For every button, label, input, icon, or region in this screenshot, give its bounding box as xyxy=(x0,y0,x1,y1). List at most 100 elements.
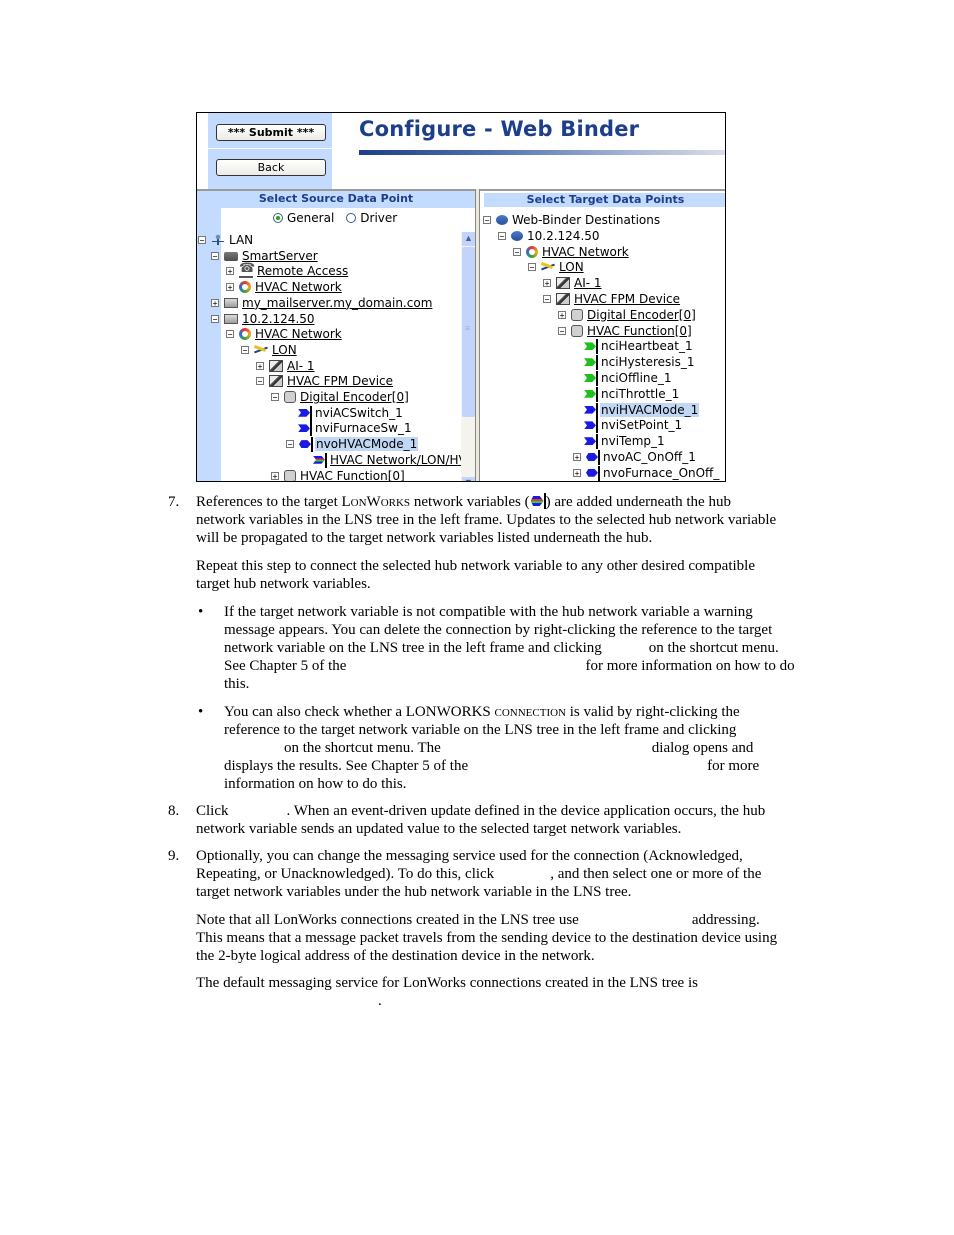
expand-icon[interactable]: + xyxy=(256,361,264,370)
scrollbar-thumb[interactable] xyxy=(462,247,475,417)
submit-button[interactable]: *** Submit *** xyxy=(216,124,326,141)
collapse-icon[interactable]: − xyxy=(513,247,521,256)
tree-node[interactable]: + AI- 1 xyxy=(256,358,316,374)
collapse-icon[interactable]: − xyxy=(483,216,491,225)
collapse-icon[interactable]: − xyxy=(498,231,506,240)
tree-node[interactable]: + AI- 1 xyxy=(543,275,603,291)
tree-node-label[interactable]: HVAC Function[0] xyxy=(299,469,406,482)
tree-node[interactable]: + Digital Encoder[0] xyxy=(558,307,697,323)
expand-icon[interactable]: + xyxy=(211,298,219,307)
tree-node-label[interactable]: nviTemp_1 xyxy=(600,434,666,448)
tree-node-label[interactable]: 10.2.124.50 xyxy=(241,312,316,326)
tree-node-label[interactable]: nviFurnaceSw_1 xyxy=(314,421,413,435)
tree-node-label[interactable]: nvoAC_OnOff_1 xyxy=(602,450,697,464)
tree-node[interactable]: nciHeartbeat_1 xyxy=(584,338,694,355)
step-9-line2-a: Repeating, or Unacknowledged). To do thi… xyxy=(196,866,495,882)
tree-node[interactable]: + Remote Access xyxy=(226,261,349,279)
tree-node-label[interactable]: nciHeartbeat_1 xyxy=(600,339,694,353)
tree-node[interactable]: + HVAC Network xyxy=(226,279,343,295)
back-button[interactable]: Back xyxy=(216,159,326,176)
tree-node[interactable]: + nvoFurnace_OnOff_ xyxy=(573,465,720,481)
tree-node-label[interactable]: AI- 1 xyxy=(286,359,316,373)
collapse-icon[interactable]: − xyxy=(198,236,206,245)
tree-node-label[interactable]: nvoFurnace_OnOff_ xyxy=(602,466,720,480)
tree-node-label[interactable]: HVAC Network xyxy=(541,245,630,259)
expand-icon[interactable]: + xyxy=(573,453,581,462)
tree-node[interactable]: nciThrottle_1 xyxy=(584,386,680,402)
tree-node[interactable]: − 10.2.124.50 xyxy=(211,311,316,327)
tree-node-label[interactable]: nviHVACMode_1 xyxy=(600,402,700,417)
tree-node-label[interactable]: nviACSwitch_1 xyxy=(314,406,404,420)
tree-node[interactable]: nviTemp_1 xyxy=(584,433,666,450)
tree-node[interactable]: nviACSwitch_1 xyxy=(298,405,404,421)
tree-node[interactable]: − LON xyxy=(528,259,585,275)
tree-node-label[interactable]: LON xyxy=(271,343,298,357)
tree-node-label[interactable]: HVAC Function[0] xyxy=(586,324,693,338)
tree-node-label[interactable]: HVAC FPM Device xyxy=(286,374,394,388)
tree-node-label[interactable]: my_mailserver.my_domain.com xyxy=(241,296,433,310)
tree-node[interactable]: nviSetPoint_1 xyxy=(584,417,683,434)
expand-icon[interactable]: + xyxy=(226,283,234,292)
collapse-icon[interactable]: − xyxy=(211,251,219,260)
collapse-icon[interactable]: − xyxy=(226,330,234,339)
tree-node-label[interactable]: Digital Encoder[0] xyxy=(586,308,697,322)
tree-node[interactable]: − 10.2.124.50 xyxy=(498,228,601,244)
tree-node-label[interactable]: nviSetPoint_1 xyxy=(600,418,683,432)
tree-node-label[interactable]: HVAC Network xyxy=(254,280,343,294)
tree-node[interactable]: + nvoAC_OnOff_1 xyxy=(573,449,697,465)
tree-node[interactable]: − Digital Encoder[0] xyxy=(271,389,410,405)
tree-node[interactable]: − HVAC FPM Device xyxy=(256,373,394,389)
tree-node-label[interactable]: LAN xyxy=(228,233,254,247)
source-pane-scrollbar[interactable]: ▲ ▼ xyxy=(461,232,475,481)
tree-node[interactable]: HVAC Network/LON/HV xyxy=(313,452,468,468)
tree-node-label[interactable]: HVAC FPM Device xyxy=(573,292,681,306)
tree-node[interactable]: − HVAC FPM Device xyxy=(543,291,681,307)
tree-node[interactable]: − HVAC Network xyxy=(513,244,630,260)
collapse-icon[interactable]: − xyxy=(271,393,279,402)
tree-node[interactable]: nciHysteresis_1 xyxy=(584,354,696,371)
collapse-icon[interactable]: − xyxy=(241,345,249,354)
tree-node-label[interactable]: Remote Access xyxy=(256,264,349,278)
tree-node-label[interactable]: 10.2.124.50 xyxy=(526,229,601,243)
collapse-icon[interactable]: − xyxy=(558,326,566,335)
tree-node[interactable]: − LON xyxy=(241,342,298,358)
target-pane: Select Target Data Points − Web-Binder De… xyxy=(480,191,725,481)
tree-node-label[interactable]: nciOffline_1 xyxy=(600,371,673,385)
tree-node[interactable]: + my_mailserver.my_domain.com xyxy=(211,295,433,311)
expand-icon[interactable]: + xyxy=(271,471,279,480)
tree-node-label[interactable]: HVAC Network/LON/HV xyxy=(329,453,468,467)
tree-node-label[interactable]: nciThrottle_1 xyxy=(600,387,680,401)
collapse-icon[interactable]: − xyxy=(211,314,219,323)
collapse-icon[interactable]: − xyxy=(256,377,264,386)
collapse-icon[interactable]: − xyxy=(528,263,536,272)
tree-node[interactable]: − SmartServer xyxy=(211,248,319,264)
tree-node[interactable]: − HVAC Function[0] xyxy=(558,323,693,339)
tree-node-label[interactable]: AI- 1 xyxy=(573,276,603,290)
tree-node[interactable]: − nvoHVACMode_1 xyxy=(286,436,419,453)
tree-node[interactable]: + HVAC Function[0] xyxy=(271,468,406,482)
collapse-icon[interactable]: − xyxy=(543,295,551,304)
scroll-up-arrow-icon[interactable]: ▲ xyxy=(462,232,475,246)
collapse-icon[interactable]: − xyxy=(286,440,294,449)
scroll-down-arrow-icon[interactable]: ▼ xyxy=(462,477,475,481)
tree-node[interactable]: − LAN xyxy=(198,232,254,248)
tree-node[interactable]: nciOffline_1 xyxy=(584,370,673,386)
tree-node-label[interactable]: LON xyxy=(558,260,585,274)
bullet-2-line2: reference to the target network variable… xyxy=(224,722,737,738)
radio-driver[interactable] xyxy=(346,213,357,223)
output-nv-icon xyxy=(299,437,313,453)
tree-node-label[interactable]: Digital Encoder[0] xyxy=(299,390,410,404)
tree-node-label[interactable]: HVAC Network xyxy=(254,327,343,341)
tree-node-label[interactable]: nvoHVACMode_1 xyxy=(315,437,419,452)
tree-node[interactable]: − Web-Binder Destinations xyxy=(483,212,661,228)
expand-icon[interactable]: + xyxy=(226,267,234,276)
radio-general[interactable] xyxy=(273,213,283,223)
tree-node[interactable]: nviFurnaceSw_1 xyxy=(298,420,413,437)
expand-icon[interactable]: + xyxy=(558,310,566,319)
expand-icon[interactable]: + xyxy=(573,468,581,477)
tree-node[interactable]: nviHVACMode_1 xyxy=(584,402,700,418)
expand-icon[interactable]: + xyxy=(543,279,551,288)
tree-node-label[interactable]: Web-Binder Destinations xyxy=(511,213,661,227)
tree-node-label[interactable]: nciHysteresis_1 xyxy=(600,355,696,369)
tree-node[interactable]: − HVAC Network xyxy=(226,326,343,342)
